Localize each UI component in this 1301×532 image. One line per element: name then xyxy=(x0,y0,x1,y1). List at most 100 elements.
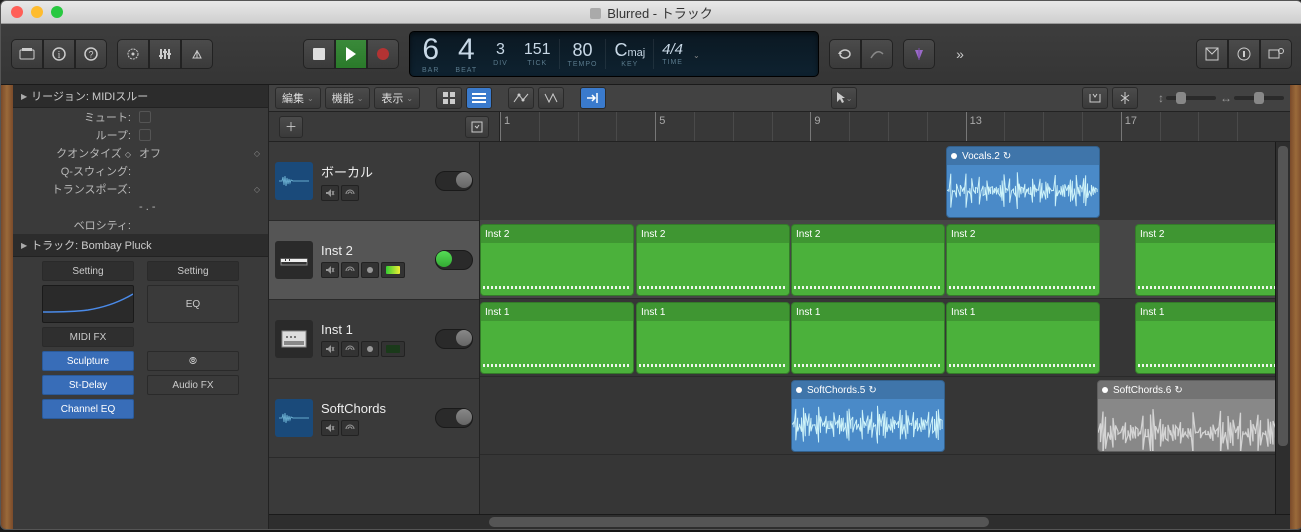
track-name[interactable]: Inst 2 xyxy=(321,243,427,258)
solo-button[interactable] xyxy=(341,341,359,357)
track-icon[interactable] xyxy=(275,162,313,200)
pointer-tool[interactable]: ⌄ xyxy=(831,87,857,109)
solo-button[interactable] xyxy=(341,420,359,436)
inspector-button[interactable]: i xyxy=(43,39,75,69)
track-name[interactable]: ボーカル xyxy=(321,162,427,181)
align-button[interactable] xyxy=(1112,87,1138,109)
stop-button[interactable] xyxy=(303,39,335,69)
fx-slot-2[interactable]: Channel EQ xyxy=(42,399,134,419)
rec-enable-button[interactable] xyxy=(361,341,379,357)
grid-view-button[interactable] xyxy=(436,87,462,109)
library-button[interactable] xyxy=(11,39,43,69)
region[interactable]: Inst 2 xyxy=(636,224,790,296)
region[interactable]: Inst 1 xyxy=(791,302,945,374)
track-icon[interactable] xyxy=(275,399,313,437)
track-icon[interactable] xyxy=(275,320,313,358)
loop-browser-button[interactable] xyxy=(1260,39,1292,69)
setting-slot[interactable]: Setting xyxy=(147,261,239,281)
play-button[interactable] xyxy=(335,39,367,69)
region[interactable]: Inst 2 xyxy=(1135,224,1275,296)
lcd-div[interactable]: 3 xyxy=(493,42,508,58)
mute-button[interactable] xyxy=(321,420,339,436)
stereo-slot[interactable]: ⦾ xyxy=(147,351,239,371)
solo-button[interactable] xyxy=(341,262,359,278)
help-button[interactable]: ? xyxy=(75,39,107,69)
fx-slot-1[interactable]: St-Delay xyxy=(42,375,134,395)
region-inspector-header[interactable]: ▶リージョン: MIDIスルー xyxy=(13,85,268,108)
transpose-value[interactable]: - . - xyxy=(139,201,156,213)
track-header[interactable]: SoftChords xyxy=(269,379,479,458)
midifx-slot[interactable]: MIDI FX xyxy=(42,327,134,347)
record-button[interactable] xyxy=(367,39,399,69)
lcd-dropdown-icon[interactable]: ⌄ xyxy=(693,51,700,60)
mute-button[interactable] xyxy=(321,341,339,357)
region[interactable]: Inst 2 xyxy=(946,224,1100,296)
region[interactable]: Inst 1 xyxy=(636,302,790,374)
track-on-off-toggle[interactable] xyxy=(435,171,473,191)
horizontal-zoom-slider[interactable]: ↔ xyxy=(1220,91,1284,105)
toolbar-more-icon[interactable]: » xyxy=(945,40,975,68)
region[interactable]: Inst 1 xyxy=(1135,302,1275,374)
vertical-zoom-slider[interactable]: ↕ xyxy=(1158,91,1216,105)
audiofx-slot[interactable]: Audio FX xyxy=(147,375,239,395)
input-monitor-button[interactable] xyxy=(381,262,405,278)
quantize-value[interactable]: オフ xyxy=(139,145,161,161)
add-track-button[interactable]: ＋ xyxy=(279,116,303,138)
region[interactable]: Inst 2 xyxy=(791,224,945,296)
track-header[interactable]: ボーカル xyxy=(269,142,479,221)
lcd-key[interactable]: Cmaj xyxy=(614,41,645,59)
horizontal-scrollbar[interactable] xyxy=(269,514,1290,530)
mixer-button[interactable] xyxy=(149,39,181,69)
track-inspector-header[interactable]: ▶トラック: Bombay Pluck xyxy=(13,234,268,257)
solo-button[interactable] xyxy=(341,185,359,201)
track-icon[interactable] xyxy=(275,241,313,279)
region[interactable]: Vocals.2 ↻ xyxy=(946,146,1100,218)
notepad-button[interactable] xyxy=(1228,39,1260,69)
track-on-off-toggle[interactable] xyxy=(435,250,473,270)
editors-button[interactable] xyxy=(181,39,213,69)
smart-controls-button[interactable] xyxy=(117,39,149,69)
list-editors-button[interactable] xyxy=(1196,39,1228,69)
mute-checkbox[interactable] xyxy=(139,111,151,123)
lcd-display[interactable]: 6BAR 4BEAT 3DIV 151TICK 80TEMPO CmajKEY … xyxy=(409,31,819,77)
snap-button[interactable] xyxy=(1082,87,1108,109)
mute-button[interactable] xyxy=(321,262,339,278)
region[interactable]: Inst 1 xyxy=(480,302,634,374)
automation-button[interactable] xyxy=(508,87,534,109)
instrument-slot[interactable]: Sculpture xyxy=(42,351,134,371)
track-on-off-toggle[interactable] xyxy=(435,329,473,349)
setting-slot[interactable]: Setting xyxy=(42,261,134,281)
vertical-scrollbar[interactable] xyxy=(1275,142,1290,514)
global-tracks-button[interactable] xyxy=(465,116,489,138)
arrange-area[interactable]: Vocals.2 ↻Inst 2Inst 2Inst 2Inst 2Inst 2… xyxy=(480,142,1275,514)
rec-enable-button[interactable] xyxy=(361,262,379,278)
region[interactable]: SoftChords.5 ↻ xyxy=(791,380,945,452)
catch-button[interactable] xyxy=(580,87,606,109)
eq-slot[interactable]: EQ xyxy=(147,285,239,323)
replace-button[interactable] xyxy=(861,39,893,69)
lcd-tick[interactable]: 151 xyxy=(524,42,551,58)
lcd-timesig[interactable]: 4/4 xyxy=(662,42,683,57)
functions-menu[interactable]: 機能⌄ xyxy=(325,87,371,109)
track-header[interactable]: Inst 2 xyxy=(269,221,479,300)
bar-ruler[interactable]: 1591317 xyxy=(500,112,1290,141)
input-monitor-button[interactable] xyxy=(381,341,405,357)
lcd-bar[interactable]: 6 xyxy=(422,35,439,65)
track-name[interactable]: Inst 1 xyxy=(321,322,427,337)
flex-button[interactable] xyxy=(538,87,564,109)
eq-thumbnail[interactable] xyxy=(42,285,134,323)
track-header[interactable]: Inst 1 xyxy=(269,300,479,379)
view-menu[interactable]: 表示⌄ xyxy=(374,87,420,109)
loop-checkbox[interactable] xyxy=(139,129,151,141)
region[interactable]: Inst 1 xyxy=(946,302,1100,374)
region[interactable]: Inst 2 xyxy=(480,224,634,296)
edit-menu[interactable]: 編集⌄ xyxy=(275,87,321,109)
list-view-button[interactable] xyxy=(466,87,492,109)
region[interactable]: SoftChords.6 ↻ xyxy=(1097,380,1275,452)
tuner-button[interactable] xyxy=(903,39,935,69)
lcd-tempo[interactable]: 80 xyxy=(568,41,598,59)
track-name[interactable]: SoftChords xyxy=(321,401,427,416)
mute-button[interactable] xyxy=(321,185,339,201)
lcd-beat[interactable]: 4 xyxy=(455,35,477,65)
track-on-off-toggle[interactable] xyxy=(435,408,473,428)
